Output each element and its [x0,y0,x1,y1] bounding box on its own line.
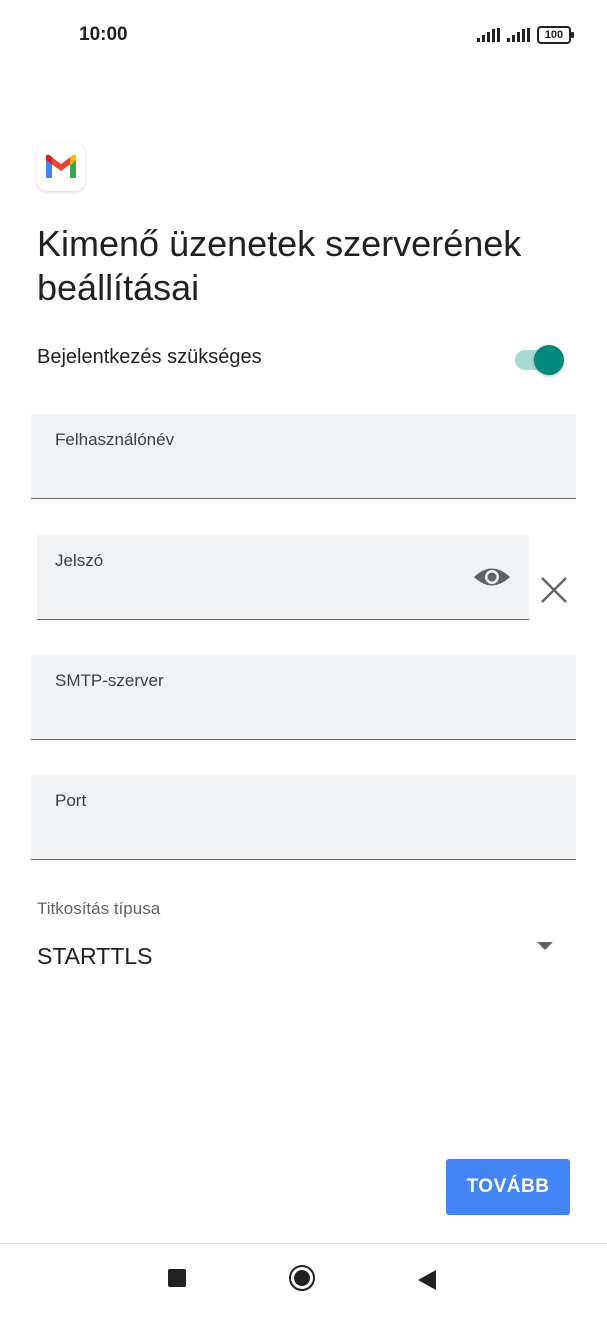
nav-back-icon[interactable] [418,1270,436,1290]
smtp-server-field[interactable]: SMTP-szerver [31,655,576,740]
gmail-logo-icon [37,143,85,191]
signal-icon [477,28,500,42]
port-field[interactable]: Port [31,775,576,860]
status-icons: 100 [477,26,574,44]
nav-home-icon[interactable] [289,1265,315,1291]
toggle-thumb [534,345,564,375]
smtp-server-label: SMTP-szerver [55,671,164,690]
username-field[interactable]: Felhasználónév [31,414,576,499]
eye-icon[interactable] [473,562,511,592]
encryption-type-select[interactable]: STARTTLS [37,943,567,979]
password-field[interactable]: Jelszó [37,535,529,620]
login-required-label: Bejelentkezés szükséges [37,346,262,368]
nav-recent-icon[interactable] [168,1269,186,1287]
next-button[interactable]: TOVÁBB [446,1159,570,1215]
username-label: Felhasználónév [55,430,175,449]
page-title: Kimenő üzenetek szerverének beállításai [37,223,522,308]
port-label: Port [55,791,87,810]
signal-icon [507,28,530,42]
encryption-type-label: Titkosítás típusa [37,899,161,918]
close-icon[interactable] [538,574,570,606]
status-time: 10:00 [79,24,128,45]
battery-icon: 100 [537,26,574,44]
password-label: Jelszó [55,551,104,570]
login-required-toggle[interactable] [515,345,565,375]
dropdown-caret-icon[interactable] [537,942,553,950]
